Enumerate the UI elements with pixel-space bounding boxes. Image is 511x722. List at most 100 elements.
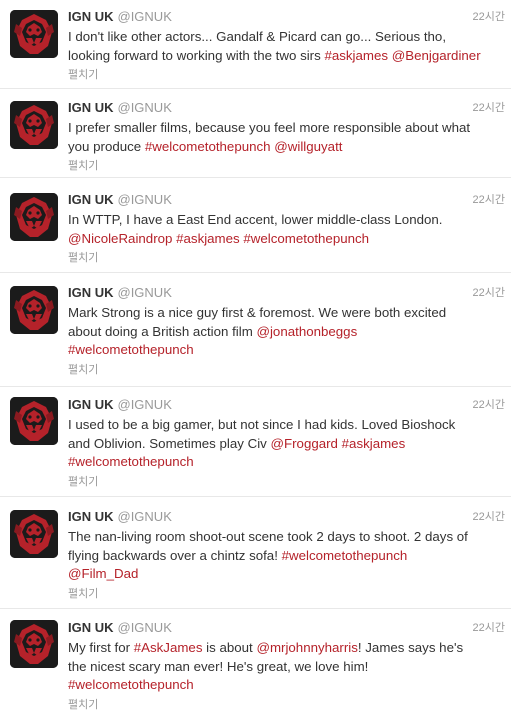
ign-logo-icon[interactable] (10, 10, 58, 58)
mention-link[interactable]: @Froggard (271, 436, 338, 451)
tweet-text-line: flying backwards over a chintz sofa! #we… (68, 547, 505, 566)
tweet-time[interactable]: 22시간 (473, 508, 505, 526)
hashtag-link[interactable]: #askjames (176, 231, 240, 246)
tweet-text-segment: flying backwards over a chintz sofa! (68, 547, 282, 563)
tweet[interactable]: IGN UK @IGNUK 22시간 I don't like other act… (0, 0, 511, 89)
tweet-text-line: In WTTP, I have a East End accent, lower… (68, 211, 505, 230)
account-handle[interactable]: @IGNUK (118, 192, 172, 207)
tweet-header: IGN UK @IGNUK 22시간 (68, 508, 505, 526)
account-name[interactable]: IGN UK (68, 192, 114, 207)
mention-link[interactable]: @jonathonbeggs (256, 324, 357, 339)
tweet-content: IGN UK @IGNUK 22시간 Mark Strong is a nice … (68, 284, 505, 377)
mention-link[interactable]: @NicoleRaindrop (68, 231, 172, 246)
hashtag-link[interactable]: #welcometothepunch (68, 677, 194, 692)
tweet-text: I used to be a big gamer, but not since … (68, 416, 505, 472)
mention-link[interactable]: @mrjohnnyharris (256, 640, 357, 655)
tweet-text-line: I used to be a big gamer, but not since … (68, 416, 505, 435)
hashtag-link[interactable]: #welcometothepunch (145, 139, 271, 154)
tweet[interactable]: IGN UK @IGNUK 22시간 My first for #AskJames… (0, 609, 511, 722)
tweet[interactable]: IGN UK @IGNUK 22시간 The nan-living room sh… (0, 497, 511, 609)
tweet-text-line: @NicoleRaindrop #askjames #welcometothep… (68, 230, 505, 249)
tweet-text-segment: I don't like other actors... Gandalf & P… (68, 29, 447, 44)
tweet[interactable]: IGN UK @IGNUK 22시간 In WTTP, I have a East… (0, 178, 511, 273)
tweet-time[interactable]: 22시간 (473, 619, 505, 637)
tweet[interactable]: IGN UK @IGNUK 22시간 I used to be a big gam… (0, 387, 511, 497)
tweet-time[interactable]: 22시간 (473, 284, 505, 302)
hashtag-link[interactable]: #welcometothepunch (282, 548, 408, 563)
expand-link[interactable]: 펼치기 (68, 363, 505, 377)
tweet-content: IGN UK @IGNUK 22시간 I used to be a big gam… (68, 396, 505, 489)
tweet-time[interactable]: 22시간 (473, 8, 505, 26)
tweet-text-segment: Mark Strong is a nice guy first & foremo… (68, 305, 447, 320)
account-name[interactable]: IGN UK (68, 9, 114, 24)
expand-link[interactable]: 펼치기 (68, 587, 505, 601)
tweet-content: IGN UK @IGNUK 22시간 The nan-living room sh… (68, 508, 505, 601)
tweet-text-segment: I used to be a big gamer, but not since … (68, 417, 456, 432)
account-handle[interactable]: @IGNUK (118, 285, 172, 300)
mention-link[interactable]: @Film_Dad (68, 566, 138, 581)
tweet-text: Mark Strong is a nice guy first & foremo… (68, 304, 505, 360)
account-name[interactable]: IGN UK (68, 620, 114, 635)
mention-link[interactable]: @willguyatt (274, 139, 342, 154)
hashtag-link[interactable]: #welcometothepunch (243, 231, 369, 246)
ign-logo-icon[interactable] (10, 101, 58, 149)
hashtag-link[interactable]: #askjames (324, 48, 388, 63)
tweet-text-line: and Oblivion. Sometimes play Civ @Frogga… (68, 435, 505, 454)
expand-link[interactable]: 펼치기 (68, 698, 505, 712)
tweet-text-line: you produce #welcometothepunch @willguya… (68, 138, 505, 157)
account-handle[interactable]: @IGNUK (118, 509, 172, 524)
tweet-text-line: about doing a British action film @jonat… (68, 323, 505, 342)
ign-logo-icon[interactable] (10, 193, 58, 241)
tweet-timeline: IGN UK @IGNUK 22시간 I don't like other act… (0, 0, 511, 722)
tweet-text-line: I prefer smaller films, because you feel… (68, 119, 505, 138)
tweet-text-segment: and Oblivion. Sometimes play Civ (68, 435, 271, 451)
tweet-header: IGN UK @IGNUK 22시간 (68, 284, 505, 302)
tweet-text-line: #welcometothepunch (68, 453, 505, 472)
tweet-text: My first for #AskJames is about @mrjohnn… (68, 639, 505, 695)
hashtag-link[interactable]: #askjames (342, 436, 406, 451)
tweet-text-line: Mark Strong is a nice guy first & foremo… (68, 304, 505, 323)
tweet-header: IGN UK @IGNUK 22시간 (68, 191, 505, 209)
hashtag-link[interactable]: #AskJames (134, 640, 203, 655)
account-handle[interactable]: @IGNUK (118, 397, 172, 412)
tweet[interactable]: IGN UK @IGNUK 22시간 I prefer smaller films… (0, 89, 511, 178)
tweet-text-line: #welcometothepunch (68, 341, 505, 360)
account-handle[interactable]: @IGNUK (118, 620, 172, 635)
account-name[interactable]: IGN UK (68, 285, 114, 300)
ign-logo-icon[interactable] (10, 286, 58, 334)
tweet-text-line: the nicest scary man ever! He's great, w… (68, 658, 505, 677)
expand-link[interactable]: 펼치기 (68, 159, 505, 173)
tweet-text-segment: about doing a British action film (68, 323, 257, 339)
tweet-time[interactable]: 22시간 (473, 99, 505, 117)
tweet-text-segment: In WTTP, I have a East End accent, lower… (68, 212, 443, 227)
hashtag-link[interactable]: #welcometothepunch (68, 342, 194, 357)
expand-link[interactable]: 펼치기 (68, 475, 505, 489)
tweet-time[interactable]: 22시간 (473, 191, 505, 209)
tweet-text: I prefer smaller films, because you feel… (68, 119, 505, 156)
hashtag-link[interactable]: #welcometothepunch (68, 454, 194, 469)
tweet-content: IGN UK @IGNUK 22시간 In WTTP, I have a East… (68, 191, 505, 265)
tweet-content: IGN UK @IGNUK 22시간 I don't like other act… (68, 8, 505, 82)
mention-link[interactable]: @Benjgardiner (392, 48, 481, 63)
expand-link[interactable]: 펼치기 (68, 251, 505, 265)
tweet-time[interactable]: 22시간 (473, 396, 505, 414)
tweet-text-line: I don't like other actors... Gandalf & P… (68, 28, 505, 47)
tweet-text-segment: the nicest scary man ever! He's great, w… (68, 658, 369, 674)
tweet-text-segment: you produce (68, 138, 145, 154)
account-handle[interactable]: @IGNUK (118, 9, 172, 24)
tweet-header: IGN UK @IGNUK 22시간 (68, 396, 505, 414)
tweet-text-segment: is about (202, 640, 257, 655)
account-name[interactable]: IGN UK (68, 100, 114, 115)
ign-logo-icon[interactable] (10, 397, 58, 445)
account-handle[interactable]: @IGNUK (118, 100, 172, 115)
tweet-text-segment: My first for (68, 640, 134, 655)
ign-logo-icon[interactable] (10, 620, 58, 668)
ign-logo-icon[interactable] (10, 510, 58, 558)
tweet-text-line: The nan-living room shoot-out scene took… (68, 528, 505, 547)
expand-link[interactable]: 펼치기 (68, 68, 505, 82)
account-name[interactable]: IGN UK (68, 509, 114, 524)
account-name[interactable]: IGN UK (68, 397, 114, 412)
tweet-text: The nan-living room shoot-out scene took… (68, 528, 505, 584)
tweet[interactable]: IGN UK @IGNUK 22시간 Mark Strong is a nice … (0, 273, 511, 387)
tweet-header: IGN UK @IGNUK 22시간 (68, 619, 505, 637)
